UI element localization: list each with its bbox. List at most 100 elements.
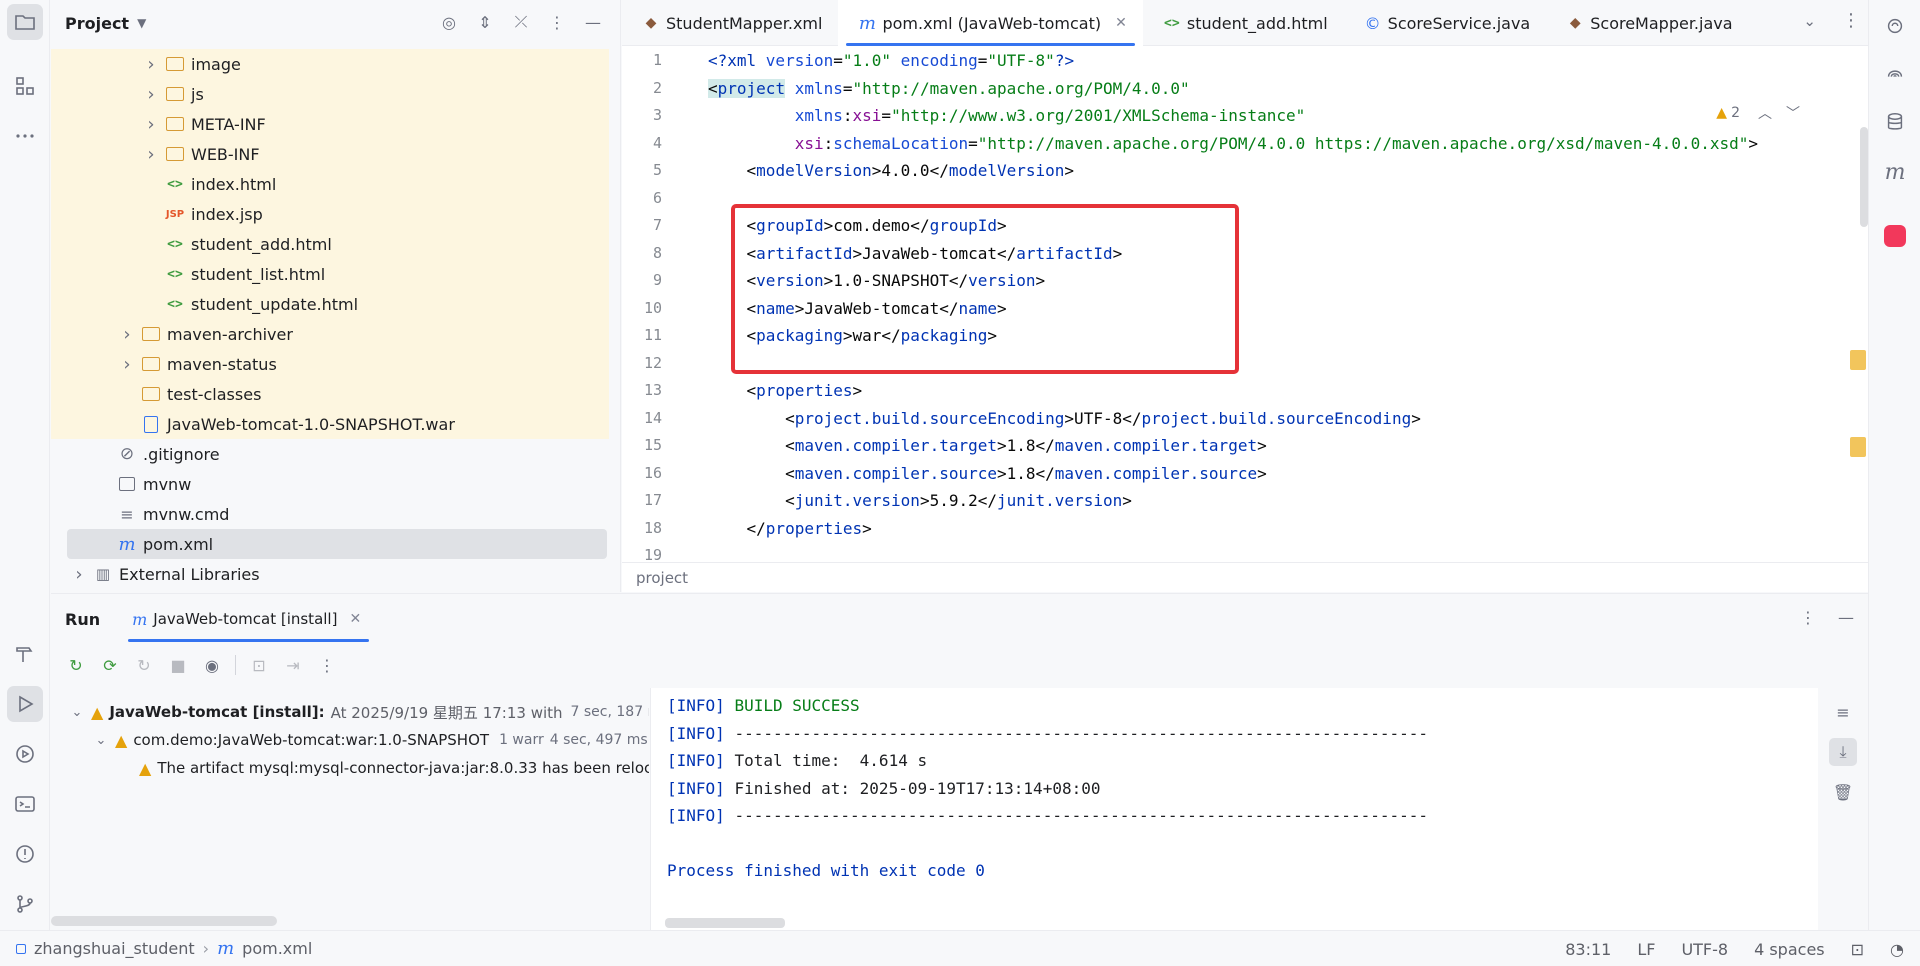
scroll-to-end-icon[interactable]: ⤓ [1829,738,1857,766]
code-line[interactable]: <maven.compiler.target>1.8</maven.compil… [708,436,1267,455]
tree-item[interactable]: › WEB-INF [51,139,609,169]
status-file[interactable]: pom.xml [242,939,312,958]
project-title[interactable]: Project [65,14,129,33]
tree-item[interactable]: <> student_list.html [51,259,609,289]
caret-position[interactable]: 83:11 [1565,940,1611,959]
code-line[interactable]: xsi:schemaLocation="http://maven.apache.… [708,134,1758,153]
lock-icon[interactable]: ⊡ [1851,940,1864,959]
tree-item[interactable]: JavaWeb-tomcat-1.0-SNAPSHOT.war [51,409,609,439]
build-hammer-icon[interactable] [7,636,43,672]
prev-highlight-icon[interactable]: ︿ [1758,103,1772,123]
code-line[interactable]: <junit.version>5.9.2</junit.version> [708,491,1132,510]
eye-icon[interactable]: ◉ [201,654,223,676]
project-view-icon[interactable] [7,4,43,40]
chevron-right-icon[interactable]: › [143,114,159,135]
tab-options-kebab-icon[interactable]: ⋮ [1842,10,1860,31]
tree-item[interactable]: JSP index.jsp [51,199,609,229]
status-project[interactable]: zhangshuai_student [34,939,195,958]
options-kebab-icon[interactable]: ⋮ [546,11,568,33]
code-line[interactable]: <properties> [708,381,863,400]
next-highlight-icon[interactable]: ﹀ [1786,103,1800,123]
editor-scrollbar[interactable] [1860,127,1868,227]
problems-icon[interactable] [7,836,43,872]
tree-item[interactable]: › ▥ External Libraries [51,559,609,589]
tree-item[interactable]: <> index.html [51,169,609,199]
tree-item[interactable]: m pom.xml [67,529,607,559]
chevron-right-icon[interactable]: › [119,324,135,345]
rerun-icon[interactable]: ↻ [65,654,87,676]
code-line[interactable]: </properties> [708,519,872,538]
expand-all-icon[interactable]: ⇕ [474,11,496,33]
locate-icon[interactable]: ◎ [438,11,460,33]
file-encoding[interactable]: UTF-8 [1681,940,1728,959]
collapse-all-icon[interactable]: ⤫ [510,11,532,33]
run-tree-scrollbar[interactable] [51,916,277,926]
chevron-right-icon[interactable]: › [143,84,159,105]
tree-item[interactable]: › maven-status [51,349,609,379]
code-line[interactable]: <project xmlns="http://maven.apache.org/… [708,78,1190,98]
tree-item[interactable]: › maven-archiver [51,319,609,349]
code-line[interactable]: <project.build.sourceEncoding>UTF-8</pro… [708,409,1421,428]
structure-icon[interactable] [7,68,43,104]
run-tree-root[interactable]: ⌄ ▲ JavaWeb-tomcat [install]: At 2025/9/… [69,698,649,726]
stop-icon[interactable]: ■ [167,654,189,676]
chevron-right-icon[interactable]: › [143,144,159,165]
tree-item[interactable]: › image [51,49,609,79]
chevron-right-icon[interactable]: › [71,564,87,585]
tree-item[interactable]: › META-INF [51,109,609,139]
terminal-icon[interactable] [7,786,43,822]
hide-panel-icon[interactable]: — [582,11,604,33]
line-separator[interactable]: LF [1637,940,1655,959]
breadcrumb-item[interactable]: project [636,569,688,587]
services-icon[interactable] [7,736,43,772]
rerun-disabled-icon[interactable]: ↻ [133,654,155,676]
indent-setting[interactable]: 4 spaces [1754,940,1825,959]
ai-assistant-icon[interactable] [1877,54,1913,90]
editor-tab[interactable]: © ScoreService.java [1344,0,1547,46]
chevron-down-icon[interactable]: ⌄ [93,733,109,748]
tree-item[interactable]: test-classes [51,379,609,409]
close-icon[interactable]: ✕ [1115,15,1127,31]
run-tool-icon[interactable] [7,686,43,722]
console-output[interactable]: [INFO] BUILD SUCCESS [INFO] -------------… [650,688,1818,931]
soft-wrap-icon[interactable]: ≡ [1829,698,1857,726]
power-save-icon[interactable]: ◔ [1890,940,1904,959]
code-line[interactable]: <maven.compiler.source>1.8</maven.compil… [708,464,1267,483]
export-icon[interactable]: ⇥ [282,654,304,676]
editor-tab[interactable]: ◆ StudentMapper.xml [622,0,838,46]
code-line[interactable]: <?xml version="1.0" encoding="UTF-8"?> [708,51,1074,70]
run-tree-child[interactable]: ⌄ ▲ com.demo:JavaWeb-tomcat:war:1.0-SNAP… [93,726,648,754]
tree-item[interactable]: mvnw [51,469,609,499]
options-kebab-icon[interactable]: ⋮ [1800,608,1816,627]
chevron-down-icon[interactable]: ▼ [137,16,146,30]
run-tree-leaf[interactable]: ▲ The artifact mysql:mysql-connector-jav… [139,754,649,782]
error-stripe-marker[interactable] [1850,350,1866,370]
tree-item[interactable]: › js [51,79,609,109]
git-icon[interactable] [7,886,43,922]
more-tools-icon[interactable] [7,118,43,154]
rerun-failed-icon[interactable]: ⟳ [99,654,121,676]
editor-tab[interactable]: m pom.xml (JavaWeb-tomcat) ✕ [838,0,1143,46]
database-icon[interactable] [1877,104,1913,140]
trash-icon[interactable]: 🗑 [1829,778,1857,806]
hide-panel-icon[interactable]: — [1838,608,1854,627]
close-icon[interactable]: ✕ [349,611,361,627]
code-line[interactable]: xmlns:xsi="http://www.w3.org/2001/XMLSch… [708,106,1306,125]
tree-item[interactable]: <> student_add.html [51,229,609,259]
tree-item[interactable]: ≡ mvnw.cmd [51,499,609,529]
plugin-icon[interactable] [1877,218,1913,254]
camera-icon[interactable]: ⊡ [248,654,270,676]
error-stripe-marker[interactable] [1850,437,1866,457]
tab-overflow-chevron-icon[interactable]: ⌄ [1803,12,1816,30]
inspection-indicator[interactable]: ▲ 2 ︿ ﹀ [1716,103,1800,123]
run-tab[interactable]: m JavaWeb-tomcat [install] ✕ [128,594,370,644]
chevron-down-icon[interactable]: ⌄ [69,705,85,720]
maven-tool-icon[interactable]: m [1877,154,1913,190]
tree-item[interactable]: ⊘ .gitignore [51,439,609,469]
chevron-right-icon[interactable]: › [143,54,159,75]
editor-tab[interactable]: <> student_add.html [1143,0,1344,46]
notifications-icon[interactable] [1877,8,1913,44]
chevron-right-icon[interactable]: › [119,354,135,375]
more-kebab-icon[interactable]: ⋮ [316,654,338,676]
console-h-scrollbar[interactable] [665,918,785,928]
